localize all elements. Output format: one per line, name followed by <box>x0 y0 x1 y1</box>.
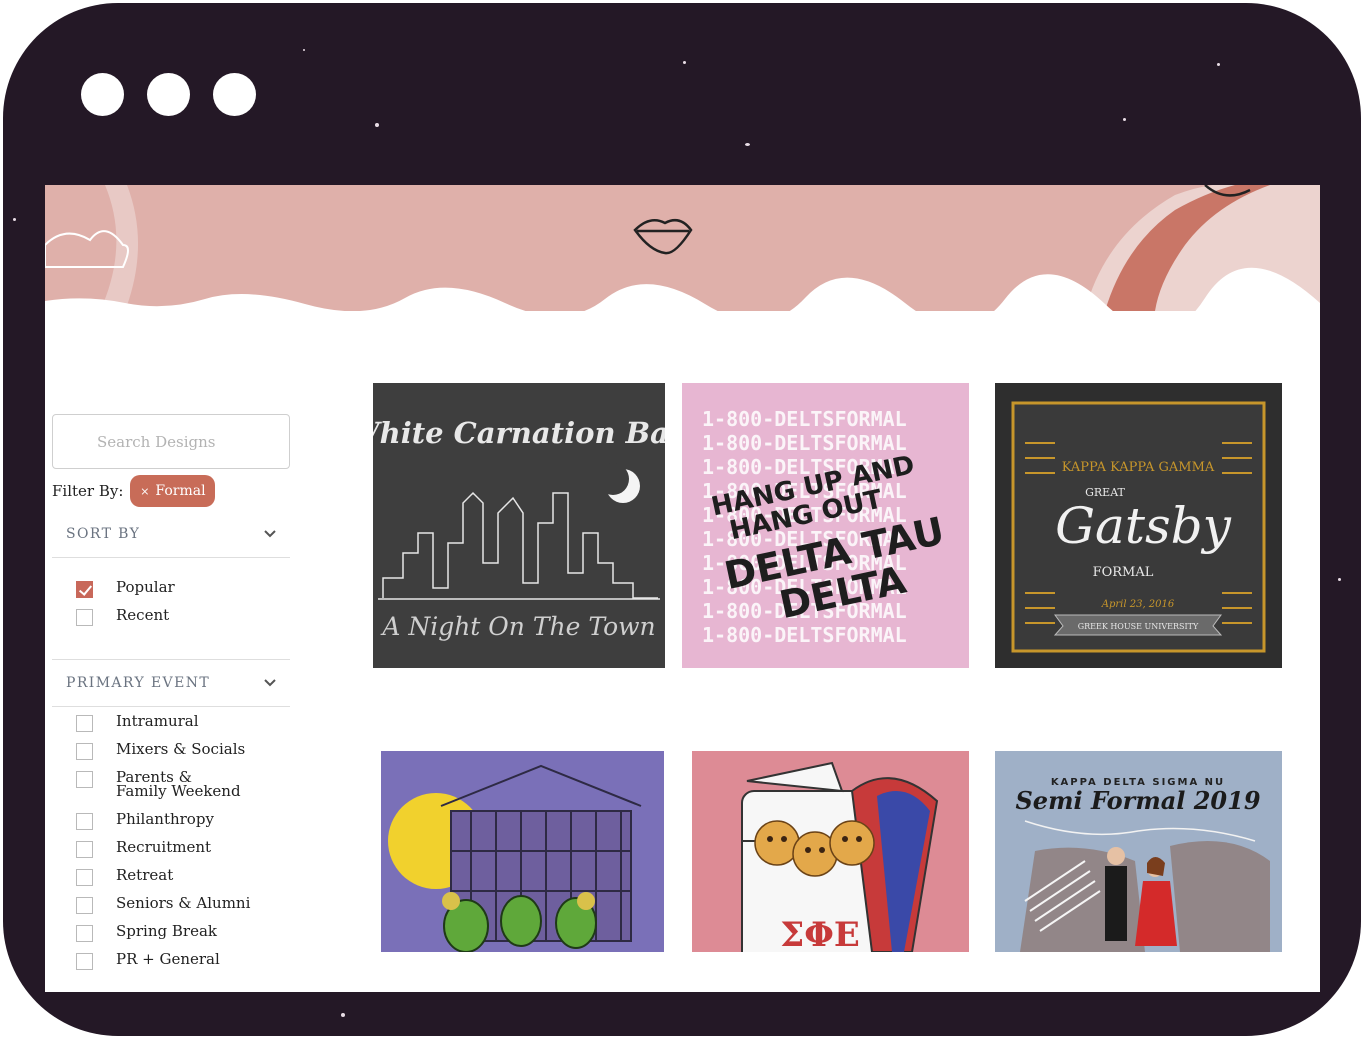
event-option-recruitment[interactable]: Recruitment <box>52 838 290 866</box>
design-letters: ΣΦΕ <box>780 915 860 952</box>
event-option-philanthropy[interactable]: Philanthropy <box>52 810 290 838</box>
speck <box>745 143 750 146</box>
primary-event-title: PRIMARY EVENT <box>66 675 211 691</box>
design-date: April 23, 2016 <box>1101 599 1175 610</box>
window-dot-close[interactable] <box>81 73 124 116</box>
design-card-sigma-phi-epsilon[interactable]: ΣΦΕ <box>692 751 969 952</box>
option-label: Seniors & Alumni <box>116 894 251 912</box>
speck <box>683 61 686 64</box>
speck <box>1338 578 1341 581</box>
speck <box>375 123 379 127</box>
design-subtitle: A Night On The Town <box>380 612 655 641</box>
event-option-retreat[interactable]: Retreat <box>52 866 290 894</box>
event-option-parents[interactable]: Parents & Family Weekend <box>52 768 290 810</box>
filter-label: Filter By: <box>52 482 124 500</box>
search-input[interactable]: Search Designs <box>52 414 290 469</box>
design-title: White Carnation Ball <box>373 416 665 450</box>
design-card-great-gatsby[interactable]: KAPPA KAPPA GAMMA GREAT Gatsby FORMAL Ap… <box>995 383 1282 668</box>
design-ribbon: GREEK HOUSE UNIVERSITY <box>1078 622 1199 631</box>
event-option-intramural[interactable]: Intramural <box>52 712 290 740</box>
checkbox[interactable] <box>76 869 93 886</box>
design-card-semi-formal[interactable]: KAPPA DELTA SIGMA NU Semi Formal 2019 <box>995 751 1282 952</box>
primary-event-header[interactable]: PRIMARY EVENT <box>52 660 290 707</box>
repeat-text: 1-800-DELTSFORMAL <box>702 407 907 431</box>
filter-sidebar: Search Designs Filter By: × Formal SORT … <box>52 414 290 978</box>
design-card-white-carnation[interactable]: White Carnation Ball A Night On The Town <box>373 383 665 668</box>
design-title: Semi Formal 2019 <box>1015 786 1260 815</box>
option-label: PR + General <box>116 950 220 968</box>
repeat-text: 1-800-DELTSFORMAL <box>702 431 907 455</box>
active-filters: Filter By: × Formal <box>52 475 290 507</box>
checkbox[interactable] <box>76 813 93 830</box>
checkbox[interactable] <box>76 897 93 914</box>
design-card-delta-tau-delta[interactable]: 1-800-DELTSFORMAL 1-800-DELTSFORMAL 1-80… <box>682 383 969 668</box>
speck <box>1123 118 1126 121</box>
checkbox-recent[interactable] <box>76 609 93 626</box>
option-label: Spring Break <box>116 922 217 940</box>
search-placeholder: Search Designs <box>97 432 216 451</box>
checkbox[interactable] <box>76 953 93 970</box>
option-label: Popular <box>116 578 175 596</box>
design-post: FORMAL <box>1093 565 1154 580</box>
window-controls <box>81 73 256 116</box>
option-label: Recruitment <box>116 838 212 856</box>
speck <box>303 49 305 51</box>
checkbox[interactable] <box>76 743 93 760</box>
option-label: Mixers & Socials <box>116 740 246 758</box>
filter-chip-formal[interactable]: × Formal <box>130 475 216 507</box>
window-dot-minimize[interactable] <box>147 73 190 116</box>
design-card-new-orleans[interactable] <box>381 751 664 952</box>
option-label: Parents & Family Weekend <box>116 768 241 800</box>
repeat-text: 1-800-DELTSFORMAL <box>702 623 907 647</box>
speck <box>341 1013 345 1017</box>
event-option-mixers[interactable]: Mixers & Socials <box>52 740 290 768</box>
chip-label: Formal <box>155 483 206 499</box>
page-viewport: Search Designs Filter By: × Formal SORT … <box>45 185 1320 992</box>
event-option-pr-general[interactable]: PR + General <box>52 950 290 978</box>
chevron-down-icon <box>264 679 276 687</box>
option-label: Philanthropy <box>116 810 214 828</box>
window-dot-maximize[interactable] <box>213 73 256 116</box>
event-option-spring-break[interactable]: Spring Break <box>52 922 290 950</box>
header-banner <box>45 185 1320 311</box>
option-label: Recent <box>116 606 170 624</box>
chevron-down-icon <box>264 530 276 538</box>
design-title: Gatsby <box>1055 497 1232 555</box>
sort-by-header[interactable]: SORT BY <box>52 511 290 558</box>
checkbox[interactable] <box>76 925 93 942</box>
checkbox[interactable] <box>76 841 93 858</box>
sort-option-recent[interactable]: Recent <box>52 606 290 634</box>
chip-remove-icon[interactable]: × <box>140 485 149 498</box>
event-option-seniors[interactable]: Seniors & Alumni <box>52 894 290 922</box>
checkbox[interactable] <box>76 771 93 788</box>
option-label: Retreat <box>116 866 174 884</box>
sort-option-popular[interactable]: Popular <box>52 578 290 606</box>
speck <box>13 218 16 221</box>
checkbox[interactable] <box>76 715 93 732</box>
design-org: KAPPA KAPPA GAMMA <box>1062 460 1215 475</box>
checkbox-popular[interactable] <box>76 581 93 598</box>
sort-by-title: SORT BY <box>66 526 141 542</box>
option-label: Intramural <box>116 712 199 730</box>
speck <box>1217 63 1220 66</box>
